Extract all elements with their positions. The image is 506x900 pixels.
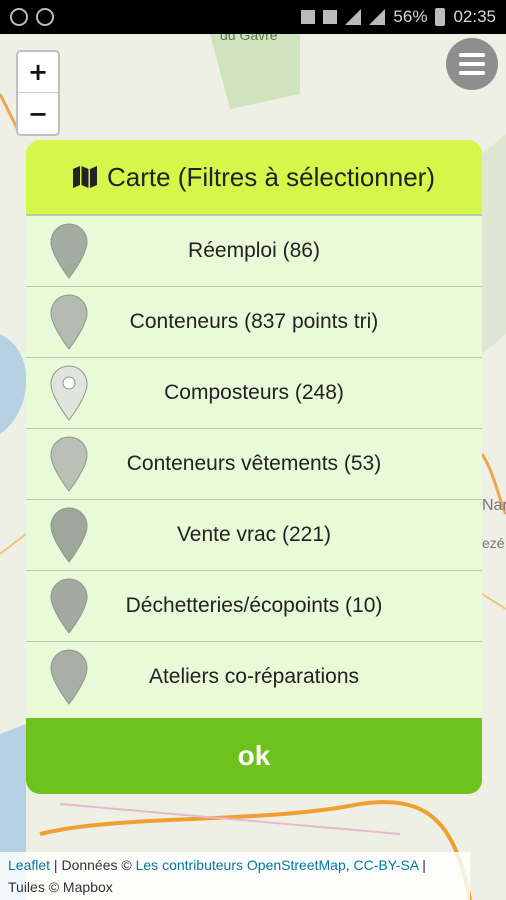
filter-label: Conteneurs (837 points tri) — [129, 310, 379, 333]
mute-icon — [301, 10, 316, 24]
menu-button[interactable] — [446, 38, 498, 90]
signal-icon — [369, 9, 386, 25]
leaflet-link[interactable]: Leaflet — [8, 857, 50, 873]
filter-item[interactable]: Conteneurs (837 points tri) — [26, 287, 482, 358]
menu-icon-bar — [459, 53, 485, 57]
zoom-out-button[interactable]: − — [18, 93, 58, 134]
map-marker-icon — [50, 578, 88, 634]
map-place-label: du Gâvre — [220, 34, 278, 43]
ok-button[interactable]: ok — [26, 718, 482, 794]
osm-link[interactable]: Les contributeurs OpenStreetMap — [136, 857, 346, 873]
map-place-label: Nar — [482, 497, 506, 514]
filter-label: Vente vrac (221) — [176, 523, 332, 546]
filter-item[interactable]: Vente vrac (221) — [26, 500, 482, 571]
wifi-icon — [345, 9, 362, 25]
filter-dialog: Carte (Filtres à sélectionner) Réemploi … — [26, 140, 482, 794]
map-marker-icon — [50, 436, 88, 492]
filter-label: Composteurs (248) — [164, 381, 344, 404]
filter-label: Ateliers co-réparations — [148, 665, 360, 688]
attribution-text: | — [418, 857, 426, 873]
zoom-in-button[interactable]: + — [18, 52, 58, 93]
attribution-text: | Données © — [50, 857, 136, 873]
license-link[interactable]: CC-BY-SA — [354, 857, 419, 873]
tiles-credit: Tuiles © Mapbox — [8, 879, 113, 895]
clock: 02:35 — [453, 7, 496, 26]
app-notification-icon — [36, 8, 54, 26]
map-place-label: ezé — [482, 535, 505, 551]
filter-label: Conteneurs vêtements (53) — [126, 452, 382, 475]
dialog-title: Carte (Filtres à sélectionner) — [107, 161, 435, 192]
battery-percent: 56% — [393, 7, 428, 26]
map-marker-icon — [50, 507, 88, 563]
map-marker-icon — [50, 365, 88, 421]
zoom-control: + − — [16, 50, 60, 136]
attribution-text: , — [345, 857, 354, 873]
menu-icon-bar — [459, 71, 485, 75]
menu-icon-bar — [459, 62, 485, 66]
map-marker-icon — [50, 294, 88, 350]
filter-item[interactable]: Ateliers co-réparations — [26, 642, 482, 712]
map-marker-icon — [50, 649, 88, 705]
status-bar: 56% 02:35 — [0, 0, 506, 34]
filter-item[interactable]: Déchetteries/écopoints (10) — [26, 571, 482, 642]
filter-label: Réemploi (86) — [188, 239, 320, 262]
map-marker-icon — [50, 223, 88, 279]
notification-icon — [10, 8, 28, 26]
filter-item[interactable]: Réemploi (86) — [26, 216, 482, 287]
map-icon — [73, 166, 97, 188]
battery-icon — [435, 8, 446, 26]
filter-item[interactable]: Composteurs (248) — [26, 358, 482, 429]
map-attribution: Leaflet | Données © Les contributeurs Op… — [0, 852, 470, 900]
filter-item[interactable]: Conteneurs vêtements (53) — [26, 429, 482, 500]
alarm-icon — [323, 10, 338, 24]
dialog-header: Carte (Filtres à sélectionner) — [26, 140, 482, 216]
filter-label: Déchetteries/écopoints (10) — [125, 594, 383, 617]
filter-list: Réemploi (86) Conteneurs (837 points tri)… — [26, 216, 482, 712]
